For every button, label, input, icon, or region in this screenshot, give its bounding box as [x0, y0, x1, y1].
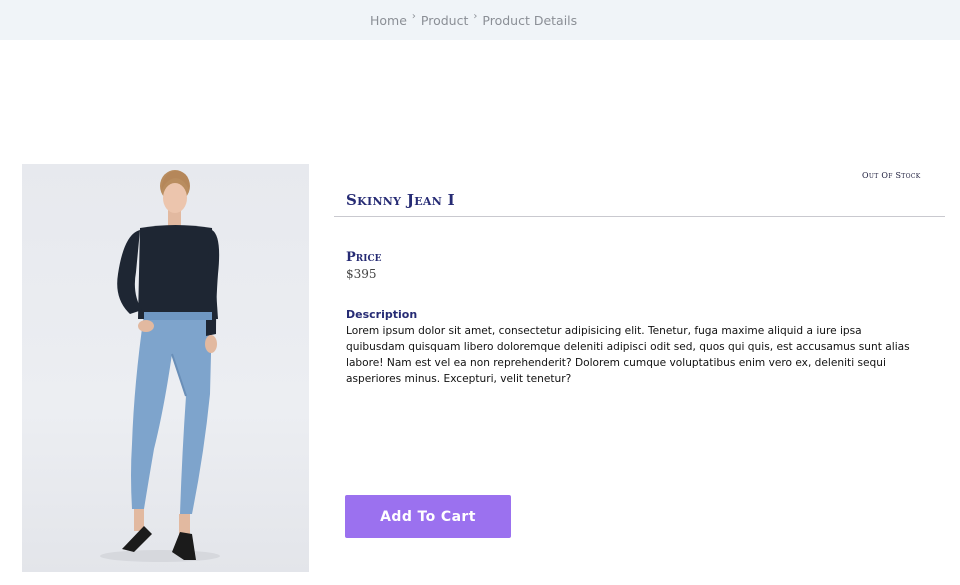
breadcrumb-product[interactable]: Product — [421, 13, 468, 28]
description-label: Description — [346, 308, 418, 321]
chevron-right-icon: › — [411, 11, 416, 22]
divider — [334, 216, 945, 217]
breadcrumb-home[interactable]: Home — [370, 13, 407, 28]
price-label: Price — [346, 250, 382, 265]
model-photo-illustration — [100, 170, 220, 562]
chevron-right-icon: › — [473, 11, 478, 22]
add-to-cart-button[interactable]: Add To Cart — [345, 495, 511, 538]
description-text: Lorem ipsum dolor sit amet, consectetur … — [346, 325, 910, 385]
product-title: Skinny Jean I — [346, 191, 455, 209]
price-value: $395 — [346, 267, 377, 281]
product-image — [22, 164, 309, 572]
stock-status: Out Of Stock — [862, 171, 921, 180]
breadcrumb-bar: Home › Product › Product Details — [0, 0, 960, 40]
breadcrumb: Home › Product › Product Details — [370, 11, 578, 28]
breadcrumb-product-details: Product Details — [482, 13, 578, 28]
